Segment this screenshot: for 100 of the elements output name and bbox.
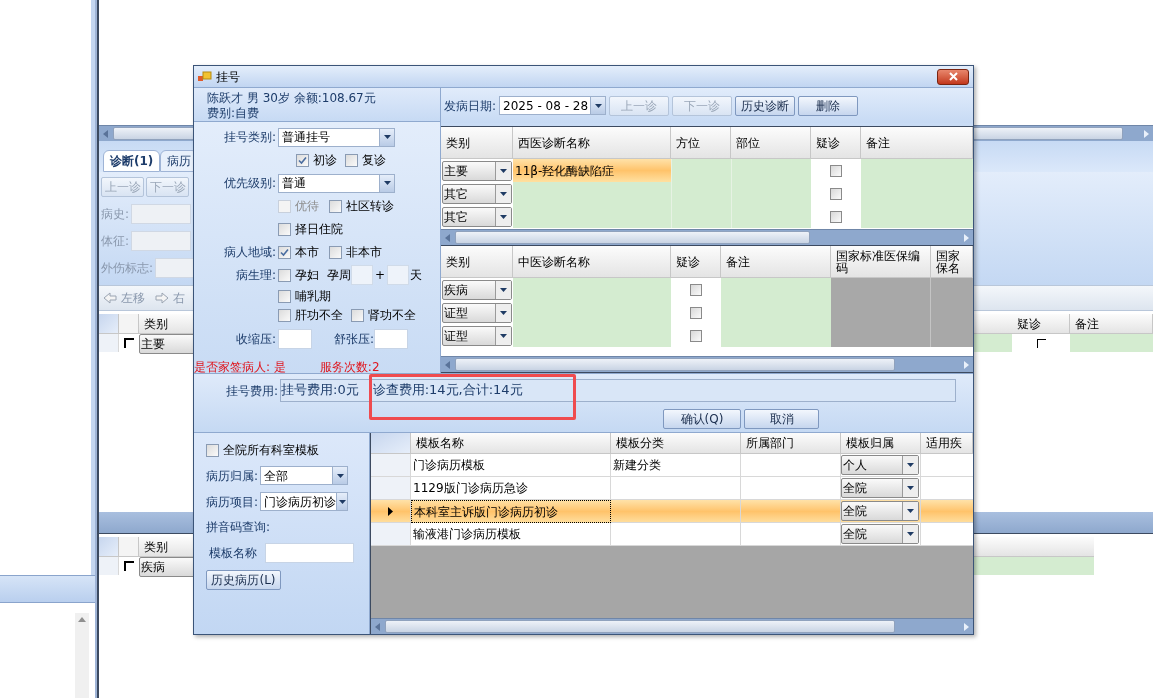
- family-doctor-status: 是否家签病人: 是: [194, 359, 286, 376]
- checkbox[interactable]: [329, 245, 342, 259]
- checkbox-label: 社区转诊: [346, 198, 394, 215]
- checkbox-label: 孕妇: [295, 267, 319, 284]
- field-label: 孕周: [327, 267, 351, 284]
- field-label: 挂号费用:: [225, 384, 278, 398]
- template-name-field[interactable]: [265, 543, 354, 563]
- column-header: 适用疾: [921, 433, 973, 454]
- column-header: 模板归属: [841, 433, 921, 454]
- column-header: 国家保名: [931, 246, 973, 278]
- checkbox[interactable]: [345, 153, 358, 167]
- checkbox[interactable]: [351, 308, 364, 322]
- tab[interactable]: 诊断(1): [103, 150, 161, 172]
- category-dropdown[interactable]: 全院: [841, 501, 919, 521]
- horizontal-scrollbar[interactable]: [371, 618, 973, 634]
- vertical-scrollbar[interactable]: [75, 613, 89, 698]
- checkbox-label: 复诊: [362, 152, 386, 169]
- service-count: 服务次数:2: [319, 359, 380, 376]
- confirm-button[interactable]: 确认(Q): [663, 409, 741, 429]
- checkbox[interactable]: [690, 329, 702, 342]
- registration-type-dropdown[interactable]: 普通挂号: [278, 127, 395, 147]
- column-header: 模板分类: [611, 433, 741, 454]
- diastolic-field[interactable]: [374, 329, 409, 349]
- category-dropdown[interactable]: 主要: [442, 160, 512, 181]
- column-header: 方位: [671, 127, 731, 159]
- horizontal-scrollbar[interactable]: [441, 356, 973, 372]
- field-label: 体征:: [101, 233, 130, 250]
- priority-dropdown[interactable]: 普通: [278, 173, 395, 193]
- checkbox[interactable]: [329, 199, 342, 213]
- row-header: [371, 523, 411, 546]
- dropdown-arrow-icon: [907, 486, 914, 490]
- row-header: [371, 454, 411, 477]
- column-header: 备注: [1070, 314, 1153, 334]
- category-dropdown[interactable]: 证型: [442, 302, 512, 323]
- checkbox-label: 哺乳期: [295, 288, 331, 305]
- column-header: 类别: [441, 246, 513, 278]
- systolic-field[interactable]: [278, 329, 312, 349]
- checkbox[interactable]: [206, 443, 219, 457]
- checkbox[interactable]: [278, 245, 291, 259]
- checkbox[interactable]: [278, 268, 291, 282]
- row-pointer-icon: [388, 506, 393, 516]
- toolbar-button[interactable]: 删除: [798, 95, 859, 116]
- day-field[interactable]: [387, 265, 410, 285]
- arrow-right-icon: [155, 292, 169, 304]
- cancel-button[interactable]: 取消: [744, 409, 819, 429]
- category-dropdown[interactable]: 全院: [841, 524, 919, 544]
- checkbox[interactable]: [1036, 338, 1046, 348]
- dropdown-arrow-icon: [338, 499, 346, 504]
- toolbar-button[interactable]: 历史诊断: [735, 95, 796, 116]
- dropdown-arrow-icon: [907, 463, 914, 467]
- checkbox[interactable]: [830, 164, 842, 177]
- template-row[interactable]: 1129版门诊病历急诊 全院: [371, 477, 973, 500]
- checkbox[interactable]: [830, 187, 842, 200]
- fee-text: 挂号费用:0元: [281, 381, 359, 400]
- category-dropdown[interactable]: 其它: [442, 183, 512, 204]
- row-header: [371, 477, 411, 500]
- close-button[interactable]: [937, 68, 969, 85]
- horizontal-scrollbar[interactable]: [441, 229, 973, 245]
- row-header: [99, 334, 119, 352]
- checkbox[interactable]: [690, 306, 702, 319]
- column-header: 国家标准医保编码: [831, 246, 931, 278]
- checkbox[interactable]: [124, 561, 134, 571]
- template-row[interactable]: 输液港门诊病历模板 全院: [371, 523, 973, 546]
- date-picker[interactable]: 2025 - 08 - 28: [499, 96, 607, 115]
- app-icon: [198, 70, 212, 83]
- checkbox[interactable]: [124, 338, 134, 348]
- dropdown-arrow-icon: [336, 473, 344, 478]
- category-dropdown[interactable]: 疾病: [442, 279, 512, 300]
- field-label: 舒张压:: [334, 331, 375, 348]
- history-records-button[interactable]: 历史病历(L): [206, 570, 281, 590]
- patient-info: 陈跃才 男 30岁 余额:108.67元: [207, 91, 376, 106]
- column-header: 所属部门: [741, 433, 841, 454]
- category-dropdown[interactable]: 其它: [442, 206, 512, 227]
- owner-dropdown[interactable]: 全部: [260, 466, 349, 485]
- template-row[interactable]: 门诊病历模板 新建分类 个人: [371, 454, 973, 477]
- checkbox[interactable]: [296, 153, 309, 167]
- dropdown-arrow-icon: [500, 168, 507, 173]
- checkbox[interactable]: [278, 308, 291, 322]
- template-row[interactable]: 本科室主诉版门诊病历初诊 全院: [371, 500, 973, 523]
- checkbox[interactable]: [690, 283, 702, 296]
- text-field[interactable]: [131, 204, 192, 224]
- table-cell: [671, 205, 731, 228]
- close-icon: [948, 72, 958, 81]
- category-dropdown[interactable]: 证型: [442, 325, 512, 346]
- scroll-up-icon[interactable]: [78, 617, 86, 622]
- checkbox[interactable]: [278, 222, 291, 236]
- table-cell[interactable]: [513, 182, 671, 205]
- field-label: 挂号类别:: [223, 130, 276, 144]
- record-item-dropdown[interactable]: 门诊病历初诊: [260, 492, 349, 511]
- text-field[interactable]: [131, 231, 192, 251]
- table-cell: [671, 159, 731, 182]
- table-cell[interactable]: 11β-羟化酶缺陷症: [513, 159, 671, 182]
- checkbox-label: 肝功不全: [295, 307, 343, 324]
- table-cell[interactable]: [513, 205, 671, 228]
- checkbox[interactable]: [278, 289, 291, 303]
- category-dropdown[interactable]: 个人: [841, 455, 919, 475]
- category-dropdown[interactable]: 全院: [841, 478, 919, 498]
- checkbox[interactable]: [830, 210, 842, 223]
- week-field[interactable]: [351, 265, 373, 285]
- column-header: 西医诊断名称: [513, 127, 671, 159]
